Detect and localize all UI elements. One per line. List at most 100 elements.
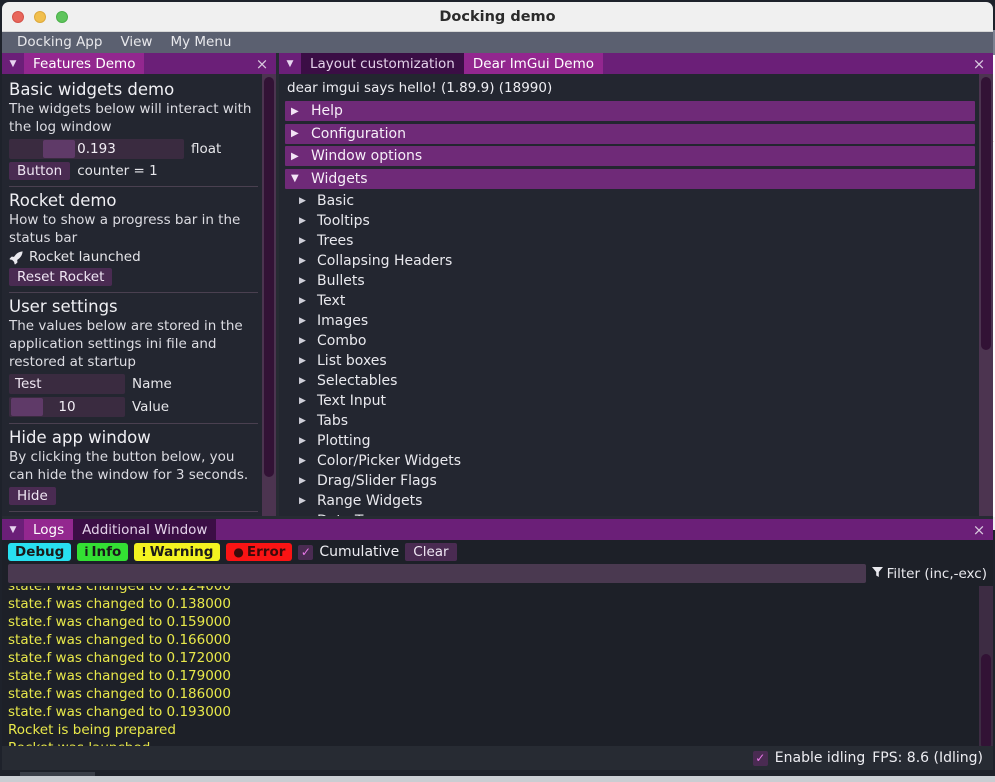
tree-node-bullets[interactable]: ▶Bullets bbox=[285, 271, 975, 291]
tree-node-label: Text Input bbox=[317, 393, 386, 409]
section-heading-user-settings: User settings bbox=[9, 297, 258, 316]
tree-node-collapsing-headers[interactable]: ▶Collapsing Headers bbox=[285, 251, 975, 271]
log-scrollbar[interactable] bbox=[979, 586, 993, 746]
tree-node-drag-slider-flags[interactable]: ▶Drag/Slider Flags bbox=[285, 471, 975, 491]
tree-node-tooltips[interactable]: ▶Tooltips bbox=[285, 211, 975, 231]
triangle-right-icon: ▶ bbox=[299, 476, 317, 486]
tab-additional-window[interactable]: Additional Window bbox=[73, 519, 216, 540]
menu-docking-app[interactable]: Docking App bbox=[8, 32, 111, 53]
demo-button[interactable]: Button bbox=[9, 162, 70, 180]
menu-view[interactable]: View bbox=[111, 32, 161, 53]
tree-node-basic[interactable]: ▶Basic bbox=[285, 191, 975, 211]
collapsing-header-help[interactable]: ▶ Help bbox=[285, 101, 975, 121]
features-demo-scrollbar[interactable] bbox=[262, 74, 276, 516]
cumulative-checkbox[interactable]: ✓ bbox=[298, 545, 313, 560]
collapsing-header-window-options[interactable]: ▶ Window options bbox=[285, 146, 975, 166]
tree-node-tabs[interactable]: ▶Tabs bbox=[285, 411, 975, 431]
bottom-bar bbox=[0, 776, 995, 782]
tree-node-data-types[interactable]: ▶Data Types bbox=[285, 511, 975, 516]
section-heading-rocket: Rocket demo bbox=[9, 191, 258, 210]
log-filter-label-wrap: Filter (inc,-exc) bbox=[872, 566, 987, 582]
close-icon[interactable]: × bbox=[252, 53, 272, 74]
collapsing-header-label: Help bbox=[311, 103, 343, 119]
log-level-info-button[interactable]: i Info bbox=[77, 543, 128, 561]
scrollbar-thumb[interactable] bbox=[981, 77, 991, 350]
warning-icon: ! bbox=[141, 545, 146, 559]
log-filter-row: Filter (inc,-exc) bbox=[2, 564, 993, 586]
reset-rocket-button[interactable]: Reset Rocket bbox=[9, 268, 112, 286]
tree-node-label: Collapsing Headers bbox=[317, 253, 452, 269]
log-line: state.f was changed to 0.166000 bbox=[2, 631, 993, 649]
separator bbox=[9, 423, 258, 424]
log-filter-input[interactable] bbox=[8, 564, 866, 583]
tree-node-label: Basic bbox=[317, 193, 354, 209]
tree-node-selectables[interactable]: ▶Selectables bbox=[285, 371, 975, 391]
triangle-right-icon: ▶ bbox=[299, 496, 317, 506]
enable-idling-checkbox[interactable]: ✓ bbox=[753, 751, 768, 766]
tree-node-plotting[interactable]: ▶Plotting bbox=[285, 431, 975, 451]
cumulative-label: Cumulative bbox=[319, 544, 399, 560]
tab-layout-customization[interactable]: Layout customization bbox=[301, 53, 464, 74]
tree-node-trees[interactable]: ▶Trees bbox=[285, 231, 975, 251]
float-slider[interactable]: 0.193 bbox=[9, 139, 184, 159]
tab-features-demo[interactable]: Features Demo bbox=[24, 53, 144, 74]
tree-node-list-boxes[interactable]: ▶List boxes bbox=[285, 351, 975, 371]
close-icon[interactable]: × bbox=[969, 53, 989, 74]
tree-node-label: Plotting bbox=[317, 433, 371, 449]
info-icon: i bbox=[84, 545, 88, 559]
tree-node-range-widgets[interactable]: ▶Range Widgets bbox=[285, 491, 975, 511]
scrollbar-thumb[interactable] bbox=[264, 77, 274, 477]
triangle-right-icon: ▶ bbox=[299, 356, 317, 366]
button-row: Button counter = 1 bbox=[9, 162, 258, 180]
tree-node-text[interactable]: ▶Text bbox=[285, 291, 975, 311]
collapsing-header-label: Configuration bbox=[311, 126, 406, 142]
triangle-right-icon: ▶ bbox=[299, 376, 317, 386]
value-slider[interactable]: 10 bbox=[9, 397, 125, 417]
triangle-down-icon: ▼ bbox=[291, 173, 311, 184]
triangle-right-icon: ▶ bbox=[291, 106, 311, 117]
tree-node-color-picker-widgets[interactable]: ▶Color/Picker Widgets bbox=[285, 451, 975, 471]
log-output-area: state.f was changed to 0.124000 state.f … bbox=[2, 586, 993, 746]
app-root: Docking demo Docking App View My Menu ▼ … bbox=[0, 0, 995, 782]
log-line: state.f was changed to 0.124000 bbox=[2, 586, 993, 595]
tree-node-combo[interactable]: ▶Combo bbox=[285, 331, 975, 351]
log-level-error-button[interactable]: ● Error bbox=[226, 543, 292, 561]
tree-node-text-input[interactable]: ▶Text Input bbox=[285, 391, 975, 411]
collapsing-header-configuration[interactable]: ▶ Configuration bbox=[285, 124, 975, 144]
chevron-down-icon[interactable]: ▼ bbox=[2, 519, 24, 540]
triangle-right-icon: ▶ bbox=[291, 151, 311, 162]
triangle-right-icon: ▶ bbox=[299, 456, 317, 466]
counter-label: counter = 1 bbox=[77, 163, 157, 179]
tree-node-label: Trees bbox=[317, 233, 353, 249]
slider-grab[interactable] bbox=[11, 398, 43, 416]
name-input[interactable]: Test bbox=[9, 374, 125, 394]
clear-logs-button[interactable]: Clear bbox=[405, 543, 456, 561]
imgui-demo-scrollbar[interactable] bbox=[979, 74, 993, 516]
chevron-down-icon[interactable]: ▼ bbox=[279, 53, 301, 74]
log-line: state.f was changed to 0.193000 bbox=[2, 703, 993, 721]
section-text-user-settings: The values below are stored in the appli… bbox=[9, 317, 258, 371]
logs-tabbar: ▼ Logs Additional Window × bbox=[2, 519, 993, 540]
float-slider-row: 0.193 float bbox=[9, 139, 258, 159]
tab-dear-imgui-demo[interactable]: Dear ImGui Demo bbox=[464, 53, 603, 74]
log-line: Rocket was launched bbox=[2, 739, 993, 746]
log-level-error-label: Error bbox=[247, 544, 285, 560]
menu-my-menu[interactable]: My Menu bbox=[161, 32, 240, 53]
collapsing-header-widgets[interactable]: ▼ Widgets bbox=[285, 169, 975, 189]
triangle-right-icon: ▶ bbox=[299, 316, 317, 326]
slider-grab[interactable] bbox=[43, 140, 75, 158]
imgui-demo-window: ▼ Layout customization Dear ImGui Demo ×… bbox=[279, 53, 993, 516]
triangle-right-icon: ▶ bbox=[299, 216, 317, 226]
tree-node-images[interactable]: ▶Images bbox=[285, 311, 975, 331]
log-filter-label: Filter (inc,-exc) bbox=[887, 566, 987, 582]
triangle-right-icon: ▶ bbox=[299, 436, 317, 446]
hide-button[interactable]: Hide bbox=[9, 487, 56, 505]
log-level-debug-button[interactable]: Debug bbox=[8, 543, 71, 561]
log-level-debug-label: Debug bbox=[15, 544, 64, 560]
chevron-down-icon[interactable]: ▼ bbox=[2, 53, 24, 74]
log-level-warning-button[interactable]: ! Warning bbox=[134, 543, 220, 561]
tab-logs[interactable]: Logs bbox=[24, 519, 73, 540]
close-icon[interactable]: × bbox=[969, 519, 989, 540]
name-field-row: Test Name bbox=[9, 374, 258, 394]
scrollbar-thumb[interactable] bbox=[981, 654, 991, 746]
